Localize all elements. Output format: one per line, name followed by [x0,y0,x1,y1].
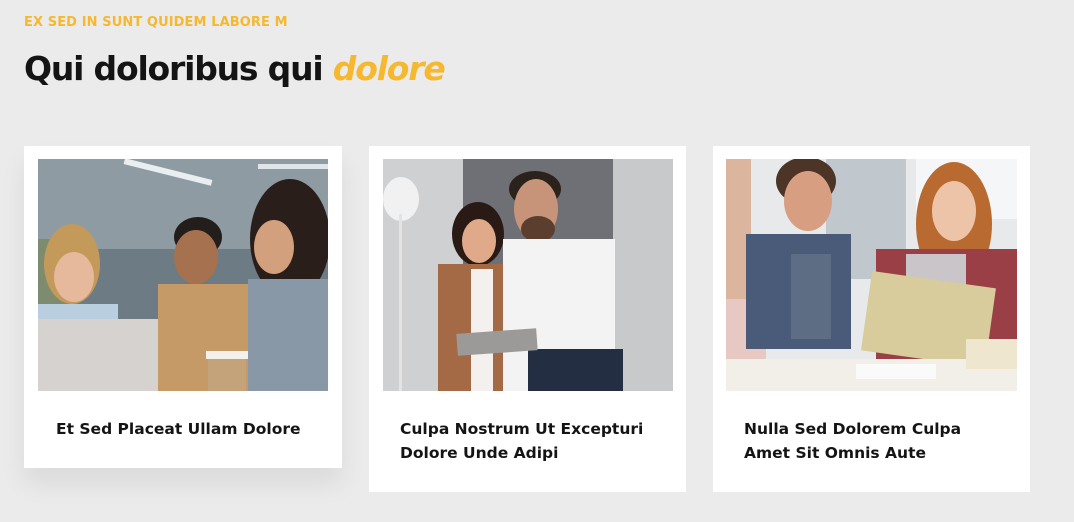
card-3-image [726,159,1017,391]
section-heading: Qui doloribus qui dolore [24,46,446,92]
heading-accent-text: dolore [332,49,446,88]
card-1-title[interactable]: Et Sed Placeat Ullam Dolore [56,417,306,441]
heading-main-text: Qui doloribus qui [24,49,324,88]
card-1[interactable]: Et Sed Placeat Ullam Dolore [24,146,342,468]
card-2-image [383,159,673,391]
card-2[interactable]: Culpa Nostrum Ut Excepturi Dolore Unde A… [369,146,686,492]
card-3[interactable]: Nulla Sed Dolorem Culpa Amet Sit Omnis A… [713,146,1030,492]
card-2-title[interactable]: Culpa Nostrum Ut Excepturi Dolore Unde A… [400,417,650,465]
section-eyebrow: EX SED IN SUNT QUIDEM LABORE M [24,15,288,30]
card-3-title[interactable]: Nulla Sed Dolorem Culpa Amet Sit Omnis A… [744,417,994,465]
card-1-image [38,159,328,391]
